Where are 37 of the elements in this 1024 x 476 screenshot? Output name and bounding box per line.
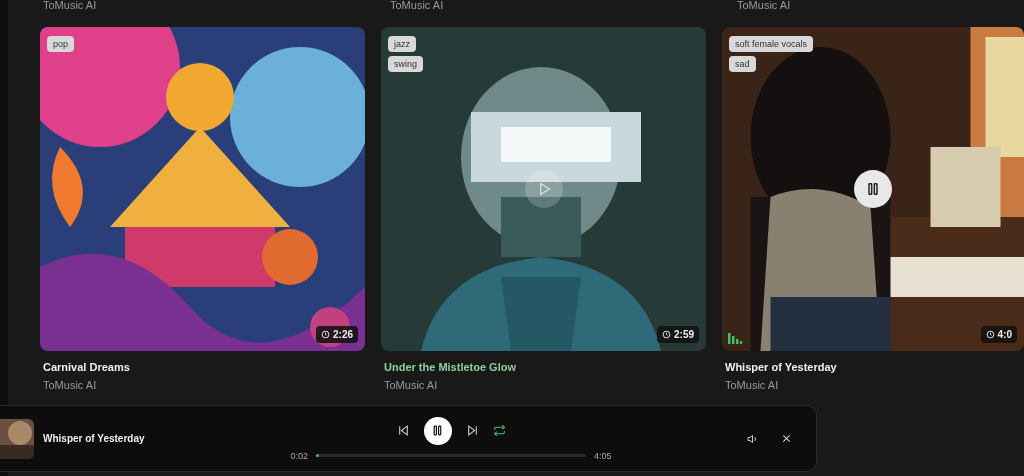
artist-name: ToMusic AI [737, 0, 791, 12]
genre-tag: swing [388, 56, 423, 72]
repeat-button[interactable] [492, 424, 506, 437]
song-title[interactable]: Whisper of Yesterday [725, 361, 1024, 373]
song-title[interactable]: Under the Mistletoe Glow [384, 361, 706, 373]
genre-tag: soft female vocals [729, 36, 814, 52]
duration-badge: 2:59 [657, 326, 699, 343]
genre-tag: jazz [388, 36, 416, 52]
cover-art[interactable]: jazz swing 2:59 [381, 27, 706, 351]
cover-art[interactable]: pop 2:26 [40, 27, 365, 351]
clock-icon [985, 330, 995, 339]
track-title: Whisper of Yesterday [43, 433, 146, 444]
close-button[interactable] [781, 433, 792, 444]
genre-tag: pop [47, 36, 75, 52]
total-time: 4:05 [594, 450, 612, 461]
play-button[interactable] [524, 170, 563, 208]
elapsed-time: 0:02 [290, 450, 308, 461]
pause-icon [865, 181, 881, 197]
song-title[interactable]: Carnival Dreams [43, 361, 365, 373]
previous-button[interactable] [396, 424, 410, 437]
cover-art[interactable]: soft female vocals sad 4:0 [722, 27, 1024, 351]
artist-name: ToMusic AI [725, 379, 780, 392]
clock-icon [321, 330, 330, 339]
clock-icon [662, 330, 671, 339]
track-thumbnail [0, 418, 34, 459]
volume-button[interactable] [747, 432, 759, 445]
artist-name: ToMusic AI [390, 0, 444, 12]
next-button[interactable] [465, 424, 479, 437]
genre-tag: sad [729, 56, 756, 72]
pause-icon [431, 424, 444, 437]
artist-name: ToMusic AI [43, 0, 97, 12]
pause-button[interactable] [423, 416, 452, 445]
artist-name: ToMusic AI [43, 379, 98, 392]
duration-badge: 4:0 [980, 326, 1017, 343]
duration-badge: 2:26 [316, 326, 358, 343]
equalizer-icon [728, 333, 742, 344]
artist-name: ToMusic AI [384, 379, 439, 392]
